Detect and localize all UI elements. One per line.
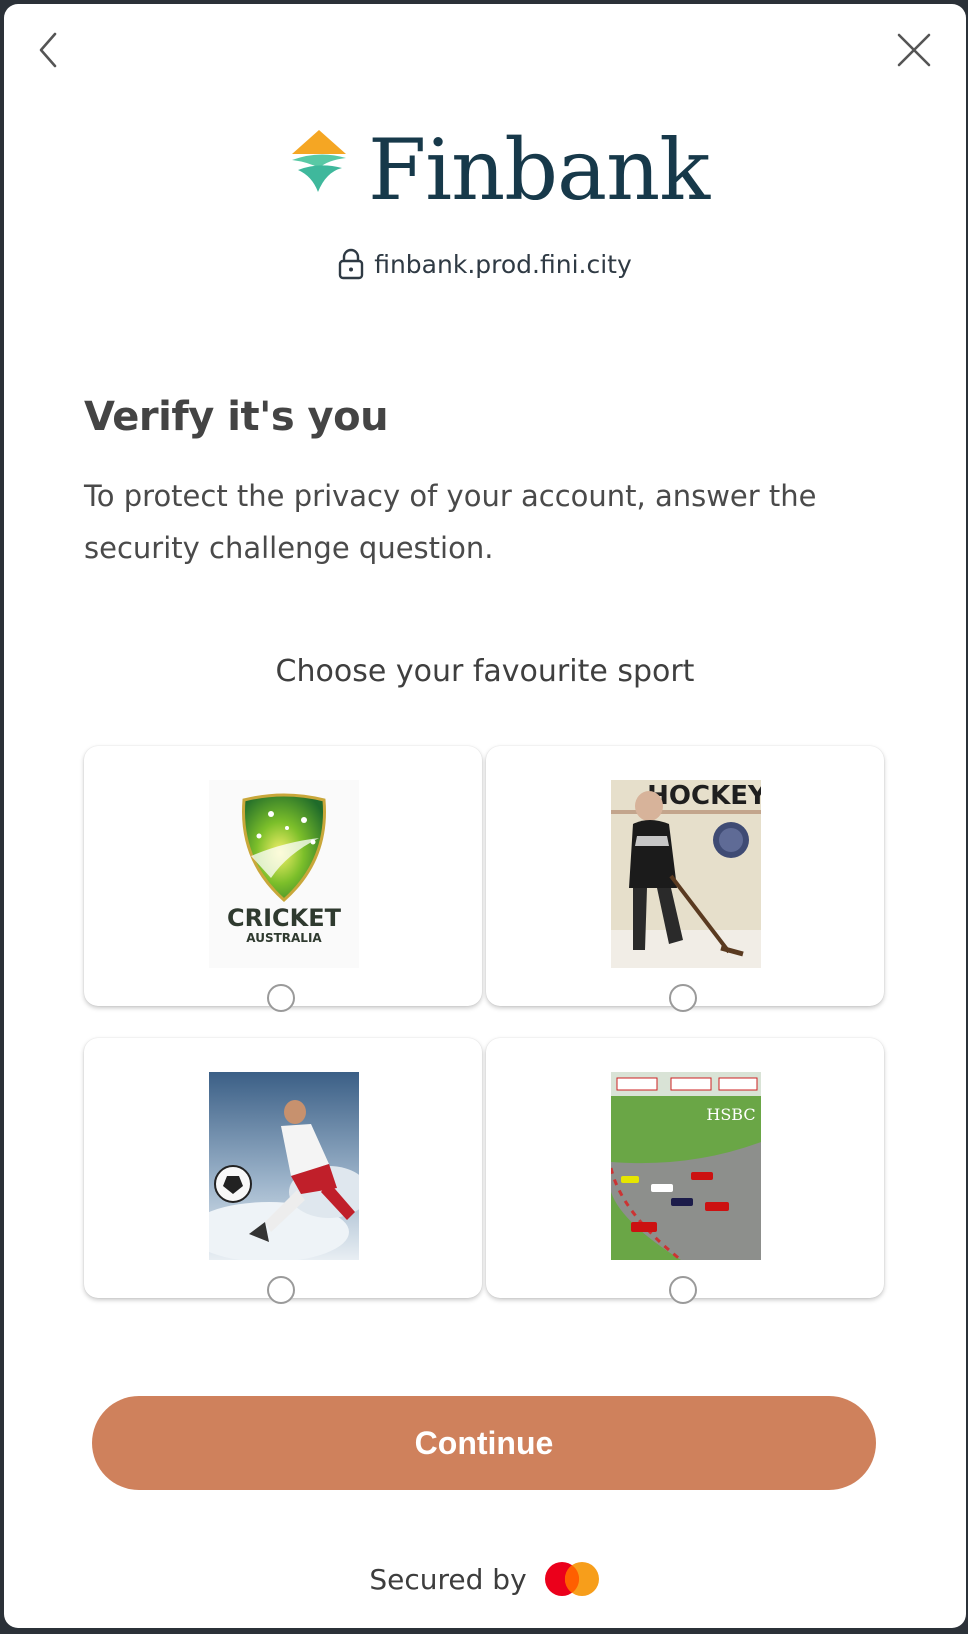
svg-text:HSBC: HSBC bbox=[706, 1105, 755, 1124]
mastercard-icon bbox=[544, 1562, 599, 1596]
verification-modal: Finbank finbank.prod.fini.city Verify it… bbox=[4, 4, 966, 1628]
brand-name: Finbank bbox=[368, 121, 710, 219]
hockey-player-photo: HOCKEY bbox=[611, 780, 761, 968]
finbank-logo-icon bbox=[292, 130, 346, 192]
svg-text:CRICKET: CRICKET bbox=[227, 904, 342, 932]
sport-option-soccer[interactable] bbox=[84, 1038, 482, 1304]
svg-text:HOCKEY: HOCKEY bbox=[647, 781, 761, 811]
sport-option-hockey[interactable]: HOCKEY bbox=[486, 746, 884, 1012]
radio-cricket[interactable] bbox=[267, 984, 295, 1012]
formula-one-race-photo: HSBC bbox=[611, 1072, 761, 1260]
secured-label: Secured by bbox=[369, 1562, 527, 1596]
close-button[interactable] bbox=[888, 24, 940, 76]
close-icon bbox=[897, 33, 931, 67]
svg-text:AUSTRALIA: AUSTRALIA bbox=[246, 931, 322, 945]
challenge-question: Choose your favourite sport bbox=[275, 654, 695, 689]
secured-by-footer: Secured by bbox=[4, 1554, 966, 1604]
sport-option-formula-one[interactable]: HSBC bbox=[486, 1038, 884, 1304]
radio-soccer[interactable] bbox=[267, 1276, 295, 1304]
continue-button[interactable]: Continue bbox=[92, 1396, 876, 1490]
page-title: Verify it's you bbox=[84, 394, 389, 440]
domain-text: finbank.prod.fini.city bbox=[374, 249, 632, 279]
brand-logo: Finbank bbox=[288, 121, 710, 219]
page-description: To protect the privacy of your account, … bbox=[84, 479, 817, 565]
sport-option-cricket[interactable]: CRICKET AUSTRALIA bbox=[84, 746, 482, 1012]
chevron-left-icon bbox=[39, 32, 57, 68]
lock-icon bbox=[339, 248, 364, 280]
radio-hockey[interactable] bbox=[669, 984, 697, 1012]
back-button[interactable] bbox=[22, 24, 74, 76]
soccer-player-photo bbox=[209, 1072, 359, 1260]
radio-formula-one[interactable] bbox=[669, 1276, 697, 1304]
cricket-australia-logo: CRICKET AUSTRALIA bbox=[209, 780, 359, 968]
domain-indicator: finbank.prod.fini.city bbox=[4, 244, 966, 284]
